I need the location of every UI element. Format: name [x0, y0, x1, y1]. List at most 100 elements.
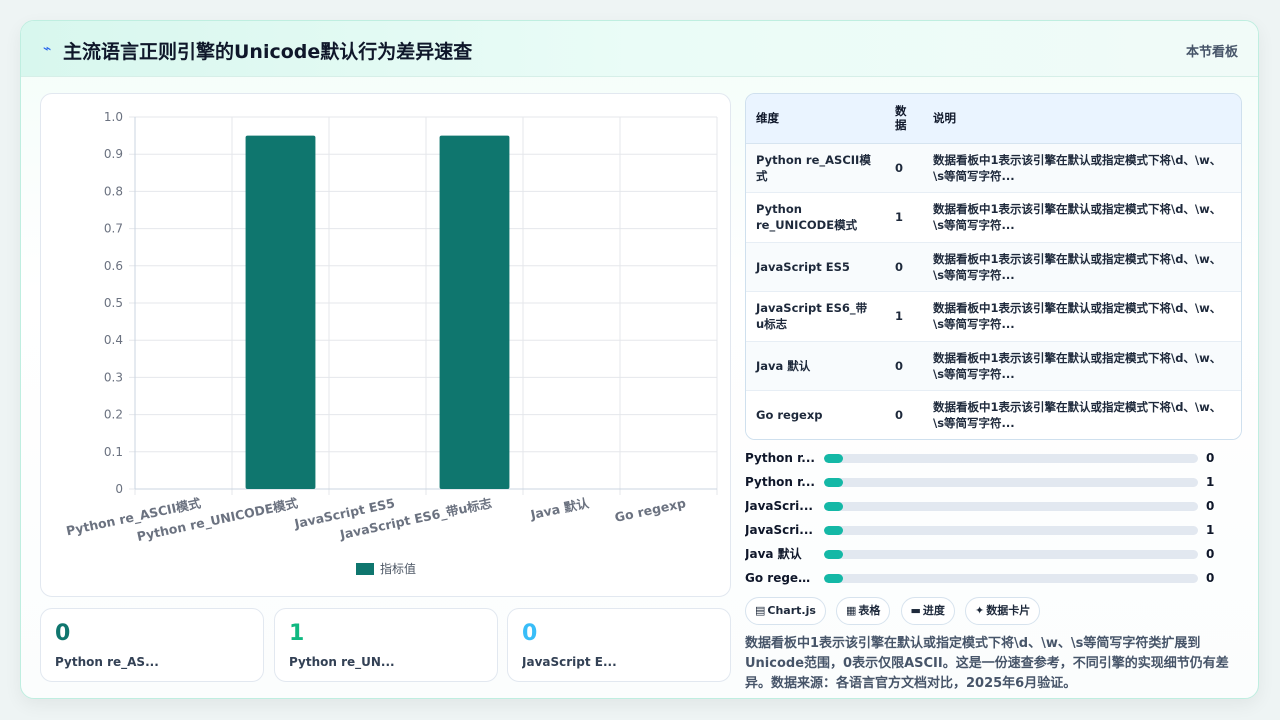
progress-track [824, 454, 1198, 463]
y-tick-label: 0.2 [104, 408, 123, 422]
kpi-value: 1 [289, 621, 305, 646]
kpi-card-python-unicode: 1 Python re_UN... [274, 608, 498, 682]
progress-value: 1 [1206, 523, 1215, 537]
bar-chart: 00.10.20.30.40.50.60.70.80.91.0Python re… [65, 110, 718, 576]
legend-swatch [356, 563, 374, 575]
legend-label: 指标值 [380, 561, 416, 576]
progress-label: JavaScri... [745, 523, 813, 537]
data-table: 维度 数据 说明 Python re_ASCII模式 0 数据看板中1表示该引擎… [745, 93, 1242, 440]
kpi-card-python-ascii: 0 Python re_AS... [40, 608, 264, 682]
progress-fill [824, 526, 843, 535]
progress-row: Java 默认 0 [745, 547, 1242, 571]
y-tick-label: 1.0 [104, 110, 123, 124]
cell-dimension: Python re_ASCII模式 [756, 152, 871, 183]
cell-dimension: Java 默认 [756, 358, 811, 373]
table-row: Java 默认 0 数据看板中1表示该引擎在默认或指定模式下将\d、\w、\s等… [746, 341, 1241, 391]
table-header-description[interactable]: 说明 [923, 94, 1241, 144]
progress-row: JavaScri... 1 [745, 523, 1242, 547]
table-header-value[interactable]: 数据 [885, 94, 923, 144]
cell-value: 1 [895, 210, 904, 225]
progress-track [824, 478, 1198, 487]
chip-progress[interactable]: ▬ 进度 [900, 597, 955, 625]
cell-value: 1 [895, 309, 904, 324]
y-tick-label: 0.3 [104, 370, 123, 384]
cell-dimension: JavaScript ES5 [756, 259, 850, 274]
y-tick-label: 0.4 [104, 333, 123, 347]
cell-description: 数据看板中1表示该引擎在默认或指定模式下将\d、\w、\s等简写字符... [933, 202, 1222, 233]
kpi-card-javascript-es5: 0 JavaScript E... [507, 608, 731, 682]
progress-track [824, 502, 1198, 511]
section-tag[interactable]: 本节看板 [1186, 41, 1238, 60]
chip-table[interactable]: ▦ 表格 [836, 597, 891, 625]
progress-value: 0 [1206, 571, 1215, 585]
kpi-label: Python re_UN... [289, 655, 395, 669]
chart-panel: 0 0.1 0.2 0.3 0.4 0.5 0.6 0.7 0.8 0.9 1.0 Python re… [40, 93, 731, 597]
y-tick-label: 0.9 [104, 147, 123, 161]
dashboard-header: ⌁ 主流语言正则引擎的Unicode默认行为差异速查 本节看板 [21, 21, 1258, 77]
bar [245, 135, 316, 489]
y-tick-label: 0.6 [104, 259, 123, 273]
progress-track [824, 574, 1198, 583]
x-tick-label: Java 默认 [528, 495, 590, 522]
table-header-dimension[interactable]: 维度 [746, 94, 885, 144]
y-tick-label: 0.1 [104, 445, 123, 459]
table-row: Python re_UNICODE模式 1 数据看板中1表示该引擎在默认或指定模… [746, 192, 1241, 242]
table-header-row: 维度 数据 说明 [746, 94, 1241, 144]
chart-icon: ▤ [755, 604, 766, 617]
progress-track [824, 550, 1198, 559]
progress-label: Python r... [745, 475, 815, 489]
progress-value: 1 [1206, 475, 1215, 489]
x-tick-label: Go regexp [613, 495, 687, 525]
progress-fill [824, 478, 843, 487]
cell-value: 0 [895, 358, 904, 373]
kpi-value: 0 [55, 621, 71, 646]
page-title: 主流语言正则引擎的Unicode默认行为差异速查 [63, 41, 473, 63]
progress-label: Python r... [745, 451, 815, 465]
y-tick-label: 0.8 [104, 184, 123, 198]
sparkle-icon: ⌁ [43, 41, 52, 57]
progress-label: Go regex... [745, 571, 817, 585]
cell-description: 数据看板中1表示该引擎在默认或指定模式下将\d、\w、\s等简写字符... [933, 301, 1222, 332]
progress-fill [824, 502, 843, 511]
chip-data-card[interactable]: ✦ 数据卡片 [965, 597, 1041, 625]
cell-description: 数据看板中1表示该引擎在默认或指定模式下将\d、\w、\s等简写字符... [933, 251, 1222, 282]
card-icon: ✦ [975, 604, 985, 617]
table-row: Go regexp 0 数据看板中1表示该引擎在默认或指定模式下将\d、\w、\… [746, 390, 1241, 439]
progress-label: Java 默认 [745, 547, 802, 561]
bar [439, 135, 510, 489]
table-row: JavaScript ES6_带u标志 1 数据看板中1表示该引擎在默认或指定模… [746, 291, 1241, 341]
progress-value: 0 [1206, 499, 1215, 513]
kpi-value: 0 [522, 621, 538, 646]
tech-chips: ▤ Chart.js ▦ 表格 ▬ 进度 ✦ 数据卡片 [745, 597, 1045, 625]
progress-row: Python r... 0 [745, 451, 1242, 475]
cell-value: 0 [895, 160, 904, 175]
cell-dimension: Go regexp [756, 408, 823, 423]
progress-label: JavaScri... [745, 499, 813, 513]
y-tick-label: 0.7 [104, 222, 123, 236]
progress-icon: ▬ [910, 604, 921, 617]
cell-description: 数据看板中1表示该引擎在默认或指定模式下将\d、\w、\s等简写字符... [933, 152, 1222, 183]
progress-value: 0 [1206, 547, 1215, 561]
kpi-label: Python re_AS... [55, 655, 159, 669]
progress-fill [824, 574, 843, 583]
cell-description: 数据看板中1表示该引擎在默认或指定模式下将\d、\w、\s等简写字符... [933, 400, 1222, 431]
cell-description: 数据看板中1表示该引擎在默认或指定模式下将\d、\w、\s等简写字符... [933, 350, 1222, 381]
kpi-label: JavaScript E... [522, 655, 617, 669]
progress-track [824, 526, 1198, 535]
y-tick-label: 0.5 [104, 296, 123, 310]
dashboard-card: ⌁ 主流语言正则引擎的Unicode默认行为差异速查 本节看板 0 0.1 0.2 0… [20, 20, 1259, 699]
table-row: Python re_ASCII模式 0 数据看板中1表示该引擎在默认或指定模式下… [746, 143, 1241, 193]
chip-chartjs[interactable]: ▤ Chart.js [745, 597, 826, 625]
cell-value: 0 [895, 259, 904, 274]
cell-value: 0 [895, 408, 904, 423]
table-row: JavaScript ES5 0 数据看板中1表示该引擎在默认或指定模式下将\d… [746, 242, 1241, 292]
cell-dimension: Python re_UNICODE模式 [756, 202, 858, 233]
progress-list: Python r... 0 Python r... 1 JavaScri... … [745, 451, 1242, 595]
cell-dimension: JavaScript ES6_带u标志 [756, 301, 868, 332]
table-icon: ▦ [846, 604, 857, 617]
progress-fill [824, 550, 843, 559]
progress-row: JavaScri... 0 [745, 499, 1242, 523]
progress-row: Go regex... 0 [745, 571, 1242, 595]
progress-fill [824, 454, 843, 463]
progress-row: Python r... 1 [745, 475, 1242, 499]
